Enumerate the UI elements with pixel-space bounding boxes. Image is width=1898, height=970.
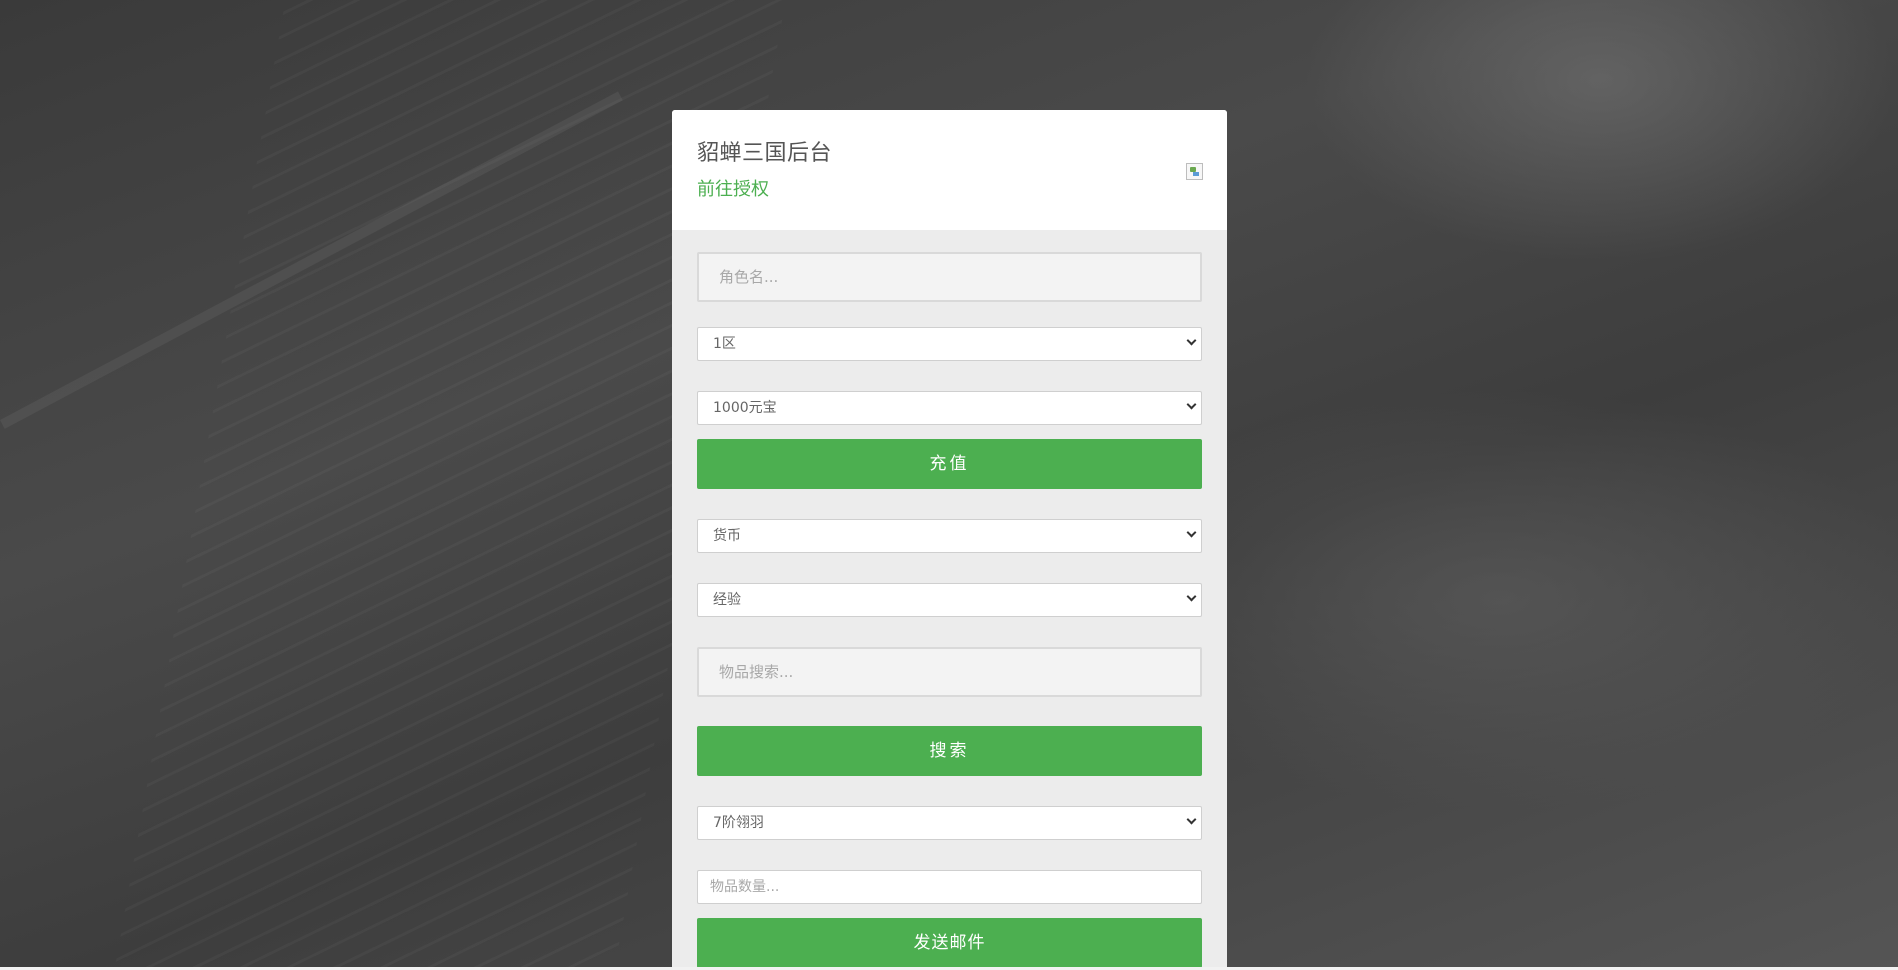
- recharge-button[interactable]: 充值: [697, 439, 1202, 489]
- authorize-link[interactable]: 前往授权: [697, 175, 769, 201]
- chevron-down-icon: [1186, 814, 1197, 825]
- item-quantity-input[interactable]: [697, 870, 1202, 904]
- chevron-down-icon: [1186, 527, 1197, 538]
- panel-title: 貂蝉三国后台: [697, 141, 833, 166]
- zone-select[interactable]: 1区: [697, 327, 1202, 361]
- admin-form: 1区 1000元宝 充值 货币 经验 搜索 7阶翎羽 发送邮件: [672, 252, 1227, 968]
- experience-select[interactable]: 经验: [697, 583, 1202, 617]
- search-button[interactable]: 搜索: [697, 726, 1202, 776]
- admin-panel-card: 貂蝉三国后台 前往授权 1区 1000元宝 充值 货币 经验 搜索 7阶翎羽: [672, 110, 1227, 970]
- item-select[interactable]: 7阶翎羽: [697, 806, 1202, 840]
- item-select-value: 7阶翎羽: [713, 815, 764, 831]
- recharge-amount-select[interactable]: 1000元宝: [697, 391, 1202, 425]
- chevron-down-icon: [1186, 591, 1197, 602]
- currency-select[interactable]: 货币: [697, 519, 1202, 553]
- role-name-input[interactable]: [697, 252, 1202, 302]
- chevron-down-icon: [1186, 335, 1197, 346]
- chevron-down-icon: [1186, 399, 1197, 410]
- currency-select-value: 货币: [713, 528, 741, 544]
- recharge-select-value: 1000元宝: [713, 400, 777, 416]
- send-mail-button[interactable]: 发送邮件: [697, 918, 1202, 968]
- zone-select-value: 1区: [713, 336, 736, 352]
- item-search-input[interactable]: [697, 647, 1202, 697]
- broken-image-icon: [1186, 163, 1203, 180]
- experience-select-value: 经验: [713, 592, 741, 608]
- card-header: 貂蝉三国后台 前往授权: [672, 110, 1227, 230]
